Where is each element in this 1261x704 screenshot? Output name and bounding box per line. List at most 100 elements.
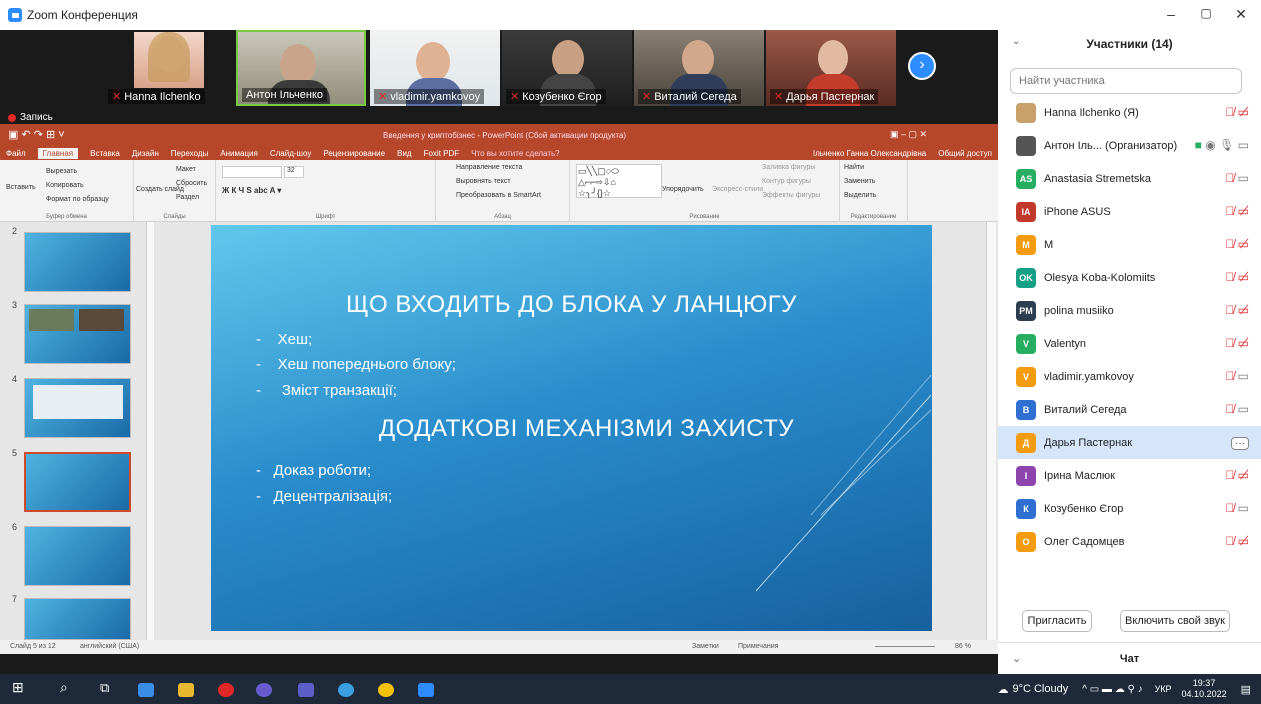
participant-row[interactable]: Vvladimir.yamkovoy 🎙̸ ▭ xyxy=(998,360,1261,393)
slide-thumbnail[interactable] xyxy=(24,526,131,586)
shape-effects-button[interactable]: Эффекты фигуры xyxy=(762,192,820,199)
participant-row[interactable]: M M 🎙̸ ▭̸ xyxy=(998,228,1261,261)
tray-icons[interactable]: ^ ▭ ▬ ☁ ⚲ ♪ xyxy=(1082,684,1142,695)
task-view-icon[interactable]: ⧉ xyxy=(100,680,116,695)
tab-file[interactable]: Файл xyxy=(6,149,26,158)
notifications-icon[interactable]: ▤ xyxy=(1241,683,1251,696)
opera-icon[interactable] xyxy=(218,683,234,697)
participant-row[interactable]: Антон Іль... (Организатор) ■ ◉ 🎙 ▭ xyxy=(998,129,1261,162)
shape-fill-button[interactable]: Заливка фигуры xyxy=(762,164,815,171)
tab-animation[interactable]: Анимация xyxy=(220,149,258,158)
slide-thumbnail-selected[interactable] xyxy=(24,452,131,512)
participant-search-input[interactable] xyxy=(1010,68,1242,94)
input-language[interactable]: УКР xyxy=(1155,684,1172,694)
participant-row[interactable]: І Ірина Маслюк 🎙̸ ▭̸ xyxy=(998,459,1261,492)
replace-button[interactable]: Заменить xyxy=(844,178,875,185)
participant-status-icons[interactable]: 🎙̸ ▭̸ xyxy=(1225,534,1249,548)
reset-button[interactable]: Сбросить xyxy=(176,180,207,187)
video-tile[interactable]: ✕ Hanna Ilchenko xyxy=(104,30,234,106)
font-name-box[interactable] xyxy=(222,166,282,178)
font-size-box[interactable]: 32 xyxy=(284,166,304,178)
tell-me-box[interactable]: Что вы хотите сделать? xyxy=(471,149,559,158)
quick-styles-button[interactable]: Экспресс-стили xyxy=(712,186,763,193)
participant-status-icons[interactable]: 🎙̸ ▭ xyxy=(1225,369,1249,383)
participant-row[interactable]: О Олег Садомцев 🎙̸ ▭̸ xyxy=(998,525,1261,558)
tab-review[interactable]: Рецензирование xyxy=(323,149,385,158)
shape-outline-button[interactable]: Контур фигуры xyxy=(762,178,811,185)
viber-icon[interactable] xyxy=(256,683,272,697)
chrome-icon[interactable] xyxy=(378,683,394,697)
participant-row[interactable]: IA iPhone ASUS 🎙̸ ▭̸ xyxy=(998,195,1261,228)
participant-status-icons[interactable]: 🎙̸ ▭̸ xyxy=(1225,303,1249,317)
zoom-level[interactable]: 86 % xyxy=(955,643,971,650)
format-painter-button[interactable]: Формат по образцу xyxy=(46,196,109,203)
tab-view[interactable]: Вид xyxy=(397,149,411,158)
participant-row[interactable]: В Виталий Сегеда 🎙̸ ▭ xyxy=(998,393,1261,426)
tab-insert[interactable]: Вставка xyxy=(90,149,120,158)
participant-status-icons[interactable]: 🎙̸ ▭̸ xyxy=(1225,336,1249,350)
participant-status-icons[interactable]: ■ ◉ 🎙 ▭ xyxy=(1195,138,1249,152)
notes-button[interactable]: Заметки xyxy=(692,643,719,650)
participant-status-icons[interactable]: 🎙̸ ▭ xyxy=(1225,501,1249,515)
participant-row[interactable]: К Козубенко Єгор 🎙̸ ▭ xyxy=(998,492,1261,525)
slide-thumbnail[interactable] xyxy=(24,232,131,292)
align-text-button[interactable]: Выровнять текст xyxy=(456,178,511,185)
chat-header[interactable]: ⌄ Чат xyxy=(998,642,1261,674)
thumbs-scrollbar[interactable] xyxy=(146,222,154,640)
participant-row[interactable]: AS Anastasia Stremetska 🎙̸ ▭ xyxy=(998,162,1261,195)
zoom-slider[interactable] xyxy=(875,646,935,647)
text-direction-button[interactable]: Направление текста xyxy=(456,164,522,171)
participant-status-icons[interactable]: ··· xyxy=(1231,435,1249,450)
next-videos-button[interactable]: › xyxy=(908,52,936,80)
paste-button[interactable]: Вставить xyxy=(6,184,36,191)
current-slide[interactable]: ЩО ВХОДИТЬ ДО БЛОКА У ЛАНЦЮГУ - Хеш; - Х… xyxy=(211,225,932,631)
new-slide-button[interactable]: Создать слайд xyxy=(136,186,184,193)
tab-foxit[interactable]: Foxit PDF xyxy=(424,149,460,158)
cut-button[interactable]: Вырезать xyxy=(46,168,77,175)
slide-thumbnail[interactable] xyxy=(24,378,131,438)
tab-transitions[interactable]: Переходы xyxy=(171,149,209,158)
language-indicator[interactable]: английский (США) xyxy=(80,643,139,650)
slide-thumbnail[interactable] xyxy=(24,304,131,364)
tab-design[interactable]: Дизайн xyxy=(132,149,159,158)
store-icon[interactable] xyxy=(138,683,154,697)
windows-start-icon[interactable]: ⊞ xyxy=(12,679,28,695)
copy-button[interactable]: Копировать xyxy=(46,182,84,189)
shapes-gallery[interactable]: ▭╲╲▢○⬭ △⌐⌐⇨⇩⌂ ☆╮╯{}☆ xyxy=(576,164,662,198)
unmute-button[interactable]: Включить свой звук xyxy=(1120,610,1230,632)
select-button[interactable]: Выделить xyxy=(844,192,876,199)
video-tile[interactable]: ✕ Козубенко Єгор xyxy=(502,30,632,106)
participant-status-icons[interactable]: 🎙̸ ▭̸ xyxy=(1225,270,1249,284)
section-button[interactable]: Раздел xyxy=(176,194,199,201)
video-tile[interactable]: ✕ vladimir.yamkovoy xyxy=(370,30,500,106)
comments-button[interactable]: Примечания xyxy=(738,643,778,650)
invite-button[interactable]: Пригласить xyxy=(1022,610,1092,632)
participant-row[interactable]: Hanna Ilchenko (Я) 🎙̸ ▭̸ xyxy=(998,96,1261,129)
video-tile[interactable]: ✕ Дарья Пастернак xyxy=(766,30,896,106)
clock[interactable]: 19:37 04.10.2022 xyxy=(1182,678,1227,700)
ppt-window-controls[interactable]: ▣ – ▢ ✕ xyxy=(890,129,927,140)
collapse-chevron-icon[interactable]: ⌄ xyxy=(1012,643,1021,675)
tab-slideshow[interactable]: Слайд-шоу xyxy=(270,149,311,158)
participant-row[interactable]: Д Дарья Пастернак ··· xyxy=(998,426,1261,459)
participant-status-icons[interactable]: 🎙̸ ▭̸ xyxy=(1225,105,1249,119)
participant-row[interactable]: PM polina musiiko 🎙̸ ▭̸ xyxy=(998,294,1261,327)
minimize-button[interactable]: – xyxy=(1156,6,1186,24)
participant-status-icons[interactable]: 🎙̸ ▭ xyxy=(1225,171,1249,185)
search-icon[interactable]: ⌕ xyxy=(60,679,76,695)
smartart-button[interactable]: Преобразовать в SmartArt xyxy=(456,192,541,199)
telegram-icon[interactable] xyxy=(338,683,354,697)
share-button[interactable]: Общий доступ xyxy=(938,149,992,158)
tab-home[interactable]: Главная xyxy=(37,147,79,159)
participant-row[interactable]: OK Olesya Koba-Kolomiits 🎙̸ ▭̸ xyxy=(998,261,1261,294)
layout-button[interactable]: Макет xyxy=(176,166,196,173)
zoom-taskbar-icon[interactable] xyxy=(418,683,434,697)
weather-text[interactable]: 9°C Cloudy xyxy=(1012,683,1068,695)
more-options-button[interactable]: ··· xyxy=(1231,437,1249,450)
quick-access-icons[interactable]: ▣ ↶ ↷ ⊞ ˅ xyxy=(8,128,65,141)
participant-status-icons[interactable]: 🎙̸ ▭̸ xyxy=(1225,237,1249,251)
participant-status-icons[interactable]: 🎙̸ ▭̸ xyxy=(1225,204,1249,218)
video-tile[interactable]: Антон Ільченко xyxy=(236,30,366,106)
participant-status-icons[interactable]: 🎙̸ ▭̸ xyxy=(1225,468,1249,482)
font-format-buttons[interactable]: Ж К Ч S abc A ▾ xyxy=(222,186,281,195)
